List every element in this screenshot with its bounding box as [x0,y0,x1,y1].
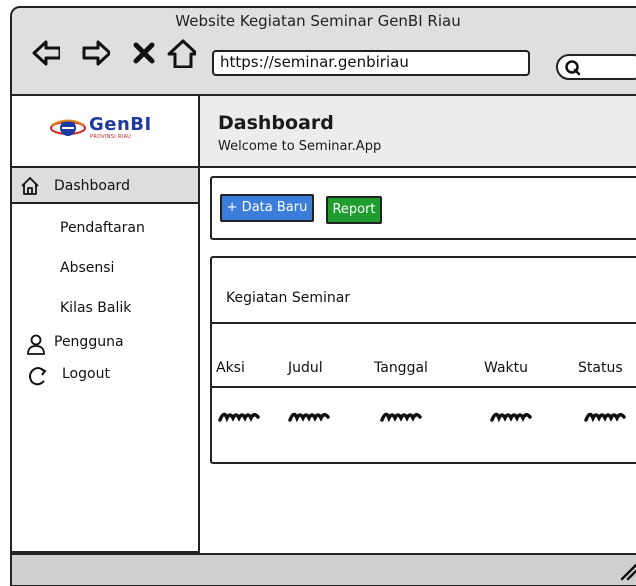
sidebar-item-kilas-balik[interactable]: Kilas Balik [12,300,198,324]
sidebar-item-pendaftaran[interactable]: Pendaftaran [12,220,198,244]
placeholder-scribble [380,412,422,423]
search-icon [565,60,581,76]
sidebar-item-label: Logout [62,366,110,382]
column-header[interactable]: Aksi [216,360,245,376]
home-icon[interactable] [166,38,196,68]
column-header[interactable]: Status [578,360,623,376]
sidebar-item-label: Absensi [60,260,115,276]
logo-subtext: PROVINSI RIAU [90,134,132,140]
back-icon[interactable] [30,38,60,68]
column-header[interactable]: Judul [288,360,323,376]
new-data-button[interactable]: + Data Baru [220,194,314,222]
placeholder-scribble [490,412,532,423]
sidebar-item-pengguna[interactable]: Pengguna [12,334,198,358]
page-title: Dashboard [218,112,334,134]
table-divider [212,322,636,324]
sidebar-item-label: Kilas Balik [60,300,132,316]
search-input[interactable] [556,54,636,80]
sidebar: GenBI PROVINSI RIAU Dashboard Pendaftara… [12,96,200,553]
sidebar-item-label: Dashboard [54,178,130,194]
row-divider [212,386,636,388]
logo-text: GenBI [89,114,152,135]
user-icon [27,334,45,355]
close-icon[interactable] [130,38,160,68]
table-title: Kegiatan Seminar [226,290,351,306]
genbi-logo-icon [50,119,86,136]
logo-area: GenBI PROVINSI RIAU [12,96,198,168]
status-bar [12,553,636,585]
column-header[interactable]: Tanggal [374,360,428,376]
home-icon [21,177,39,195]
sidebar-item-label: Pendaftaran [60,220,145,236]
sidebar-item-absensi[interactable]: Absensi [12,260,198,284]
table-panel: Kegiatan Seminar Aksi Judul Tanggal Wakt… [210,256,636,464]
resize-handle-icon[interactable] [618,561,636,581]
placeholder-scribble [584,412,626,423]
placeholder-scribble [218,412,260,423]
url-input[interactable]: https://seminar.genbiriau [212,50,530,76]
page-header: Dashboard Welcome to Seminar.App [200,96,636,168]
sidebar-item-label: Pengguna [54,334,124,350]
placeholder-scribble [288,412,330,423]
sidebar-item-dashboard[interactable]: Dashboard [12,168,198,204]
sidebar-item-logout[interactable]: Logout [12,366,198,390]
forward-icon[interactable] [80,38,110,68]
page-subtitle: Welcome to Seminar.App [218,139,382,154]
logout-icon [29,367,47,386]
column-header[interactable]: Waktu [484,360,528,376]
toolbar-panel: + Data Baru Report [210,176,636,240]
window-title: Website Kegiatan Seminar GenBI Riau [175,12,461,30]
report-button[interactable]: Report [326,196,382,224]
